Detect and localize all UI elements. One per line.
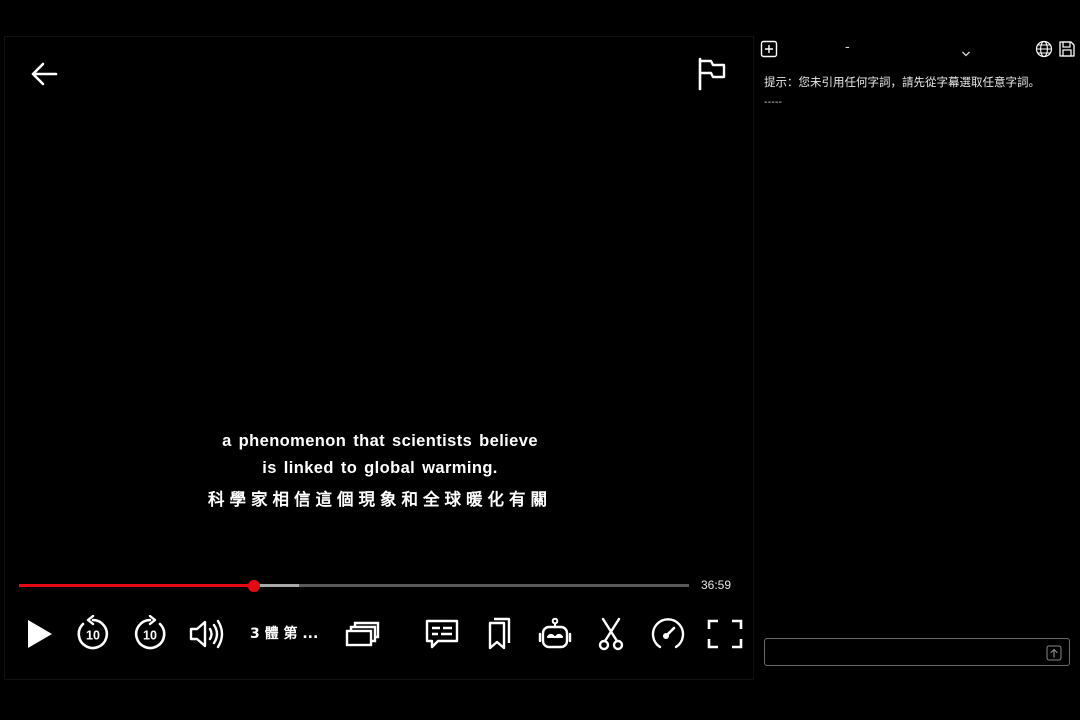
dictionary-side-panel: - 提示：您未引用任何字詞，請先從字幕選取任意字詞。 ----- [755,34,1080,684]
language-button[interactable] [1034,39,1054,59]
volume-button[interactable] [187,615,227,653]
chevron-down-icon [961,43,971,62]
forward-10-button[interactable]: 10 [130,615,170,653]
progress-played [19,584,254,587]
send-icon [1046,645,1062,661]
bookmark-button[interactable] [481,615,517,653]
robot-icon [538,617,572,649]
report-button[interactable] [693,55,731,93]
video-player[interactable]: a phenomenon that scientists believe is … [4,36,754,680]
panel-hint-text: 提示：您未引用任何字詞，請先從字幕選取任意字詞。 [764,75,1040,89]
bookmark-icon [488,617,511,650]
rewind-seconds-label: 10 [86,629,100,643]
episodes-button[interactable] [343,615,381,653]
subtitle-overlay[interactable]: a phenomenon that scientists believe is … [5,428,755,512]
subtitle-line-zh[interactable]: 科學家相信這個現象和全球暖化有關 [5,488,755,512]
reference-select[interactable]: - [785,38,975,60]
scissors-icon [598,617,624,651]
rewind-10-button[interactable]: 10 [73,615,113,653]
save-button[interactable] [1057,39,1077,59]
play-icon [28,620,52,648]
flag-icon [698,57,726,91]
rewind-10-icon: 10 [77,615,109,650]
episodes-icon [345,621,380,647]
robot-assistant-button[interactable] [536,615,574,653]
panel-toolbar: - [755,34,1080,64]
reference-select-value: - [845,40,850,55]
back-button[interactable] [25,57,63,91]
send-button[interactable] [1045,644,1063,662]
subtitles-button[interactable] [423,615,461,653]
add-square-icon [760,40,778,58]
add-button[interactable] [759,39,779,59]
play-button[interactable] [21,615,57,653]
globe-icon [1035,40,1053,58]
speed-icon [651,618,685,649]
volume-icon [189,619,224,649]
progress-bar[interactable] [19,580,689,592]
forward-seconds-label: 10 [143,629,157,643]
app-window: a phenomenon that scientists believe is … [0,0,1080,720]
time-remaining: 36:59 [701,578,732,592]
fullscreen-icon [707,619,743,649]
progress-scrubber-handle[interactable] [247,580,260,592]
panel-input-container [764,638,1070,666]
save-icon [1059,41,1075,57]
fullscreen-button[interactable] [705,615,745,653]
subtitles-icon [425,619,459,649]
playback-speed-button[interactable] [649,615,687,653]
clip-button[interactable] [593,615,629,653]
forward-10-icon: 10 [134,615,166,650]
back-arrow-icon [31,62,58,86]
episode-title: 3 體 第 ... [250,626,319,642]
panel-divider: ----- [764,97,783,108]
subtitle-line-en-1[interactable]: a phenomenon that scientists believe [5,428,755,455]
subtitle-line-en-2[interactable]: is linked to global warming. [5,455,755,482]
panel-query-input[interactable] [769,641,1043,665]
